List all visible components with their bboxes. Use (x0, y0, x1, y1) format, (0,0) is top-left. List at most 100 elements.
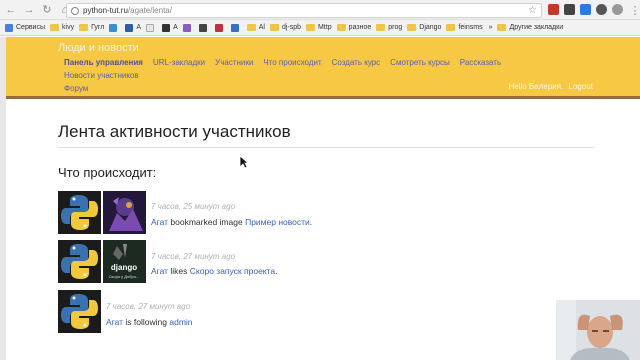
extension-icon[interactable] (596, 4, 607, 15)
bookmark-item[interactable] (182, 23, 194, 32)
bookmark-dj-spb[interactable]: dj-spb (269, 24, 301, 31)
pdf-extension-icon[interactable] (548, 4, 559, 15)
bookmark-google[interactable]: Гугл (79, 24, 104, 31)
site-icon (230, 23, 239, 32)
url-host: python-tut.ru (83, 6, 128, 15)
bookmark-item[interactable] (230, 23, 242, 32)
folder-icon (306, 24, 316, 31)
site-icon (146, 23, 155, 32)
nav-bookmarks[interactable]: URL-закладки (153, 56, 205, 69)
presenter-video (556, 300, 640, 360)
title-divider (58, 147, 594, 148)
bookmark-prog[interactable]: prog (376, 24, 402, 31)
nav-create-course[interactable]: Создать курс (332, 56, 381, 69)
django-image: django Скоро у Добро... (103, 240, 146, 283)
liked-post-thumbnail[interactable]: django Скоро у Добро... (103, 240, 146, 283)
bookmark-misc[interactable]: разное (336, 24, 371, 31)
bookmark-kivy[interactable]: kivy (50, 24, 74, 31)
url-path: /agate/lenta/ (127, 6, 172, 15)
user-avatar[interactable] (58, 191, 101, 234)
activity-timestamp: 7 часов, 25 минут ago (151, 202, 236, 211)
activity-verb: likes (170, 266, 188, 276)
bookmark-item[interactable] (214, 23, 226, 32)
bookmark-item[interactable]: A (162, 23, 178, 32)
folder-icon (50, 24, 60, 31)
thumb-caption: Скоро у Добро... (109, 274, 140, 279)
site-icon (182, 23, 191, 32)
bookmark-item[interactable] (198, 23, 210, 32)
heart-icon (214, 23, 223, 32)
apps-icon (5, 23, 13, 32)
target-link[interactable]: Пример новости (245, 217, 310, 227)
folder-icon (497, 24, 507, 31)
nav-whats-happening[interactable]: Что происходит (263, 56, 321, 69)
info-icon (71, 6, 79, 15)
nav-member-news[interactable]: Новости участников (64, 69, 139, 82)
folder-icon (407, 24, 417, 31)
user-link[interactable]: Агат (151, 266, 168, 276)
extension-icon[interactable] (580, 4, 591, 15)
activity-text: Агат bookmarked image Пример новости. (151, 217, 312, 227)
section-title: Что происходит: (58, 165, 157, 180)
activity-timestamp: 7 часов, 27 минут ago (106, 302, 191, 311)
bookmarked-image-thumbnail[interactable] (103, 191, 146, 234)
python-logo-icon (58, 290, 101, 333)
folder-icon (446, 24, 456, 31)
bookmark-item[interactable] (109, 23, 120, 32)
header-divider (6, 96, 640, 99)
extension-icon[interactable] (612, 4, 623, 15)
forward-icon[interactable]: → (22, 3, 36, 17)
logout-link[interactable]: Logout (569, 82, 593, 91)
activity-timestamp: 7 часов, 27 минут ago (151, 252, 236, 261)
user-link[interactable]: Агат (106, 317, 123, 327)
target-link[interactable]: admin (169, 317, 192, 327)
bookmark-al[interactable]: Al (246, 24, 265, 31)
folder-icon (246, 24, 256, 31)
bookmark-item[interactable]: A (125, 23, 141, 32)
user-avatar[interactable] (58, 290, 101, 333)
address-bar[interactable]: python-tut.ru/agate/lenta/ ☆ (66, 3, 542, 18)
activity-verb: is following (125, 317, 167, 327)
bookmark-services[interactable]: Сервисы (5, 23, 45, 32)
bookmarks-overflow-icon[interactable]: » (489, 24, 493, 31)
site-icon (125, 23, 134, 32)
activity-text: Агат likes Скоро запуск проекта. (151, 266, 278, 276)
site-icon (162, 23, 171, 32)
nav-forum[interactable]: Форум (64, 82, 88, 95)
django-text: django (111, 263, 137, 272)
python-logo-icon (58, 191, 101, 234)
site-icon (198, 23, 207, 32)
webcam-overlay (556, 300, 640, 360)
extension-icon[interactable] (564, 4, 575, 15)
site-title[interactable]: Люди и новости (58, 42, 139, 54)
bookmark-django[interactable]: Django (407, 24, 441, 31)
bookmark-mttp[interactable]: Mttp (306, 24, 332, 31)
back-icon[interactable]: ← (4, 3, 18, 17)
folder-icon (79, 24, 89, 31)
folder-icon (269, 24, 279, 31)
reload-icon[interactable]: ↻ (40, 3, 54, 17)
user-link[interactable]: Агат (151, 217, 168, 227)
site-icon (109, 23, 118, 32)
activity-verb: bookmarked image (170, 217, 243, 227)
bookmark-item[interactable] (146, 23, 157, 32)
bookmark-feinsms[interactable]: feinsms (446, 24, 483, 31)
target-link[interactable]: Скоро запуск проекта (190, 266, 275, 276)
nav-tell[interactable]: Рассказать (460, 56, 501, 69)
fantasy-art-image (103, 191, 146, 234)
activity-end: . (275, 266, 278, 276)
bookmark-star-icon[interactable]: ☆ (528, 5, 537, 16)
menu-icon[interactable]: ⋮ (628, 3, 640, 17)
user-avatar[interactable] (58, 240, 101, 283)
nav-members[interactable]: Участники (215, 56, 253, 69)
user-bar: Hello Валерия. Logout (508, 82, 593, 91)
folder-icon (376, 24, 386, 31)
folder-icon (336, 24, 346, 31)
mouse-cursor-icon (239, 155, 249, 169)
nav-view-courses[interactable]: Смотреть курсы (390, 56, 450, 69)
bookmark-other[interactable]: Другие закладки (497, 24, 563, 31)
browser-toolbar: ← → ↻ ⌂ python-tut.ru/agate/lenta/ ☆ ⋮ (0, 0, 640, 20)
bookmarks-bar: Сервисы kivy Гугл A A Al dj-spb Mttp раз… (0, 20, 640, 36)
activity-end: . (309, 217, 313, 227)
nav-dashboard[interactable]: Панель управления (64, 56, 143, 69)
